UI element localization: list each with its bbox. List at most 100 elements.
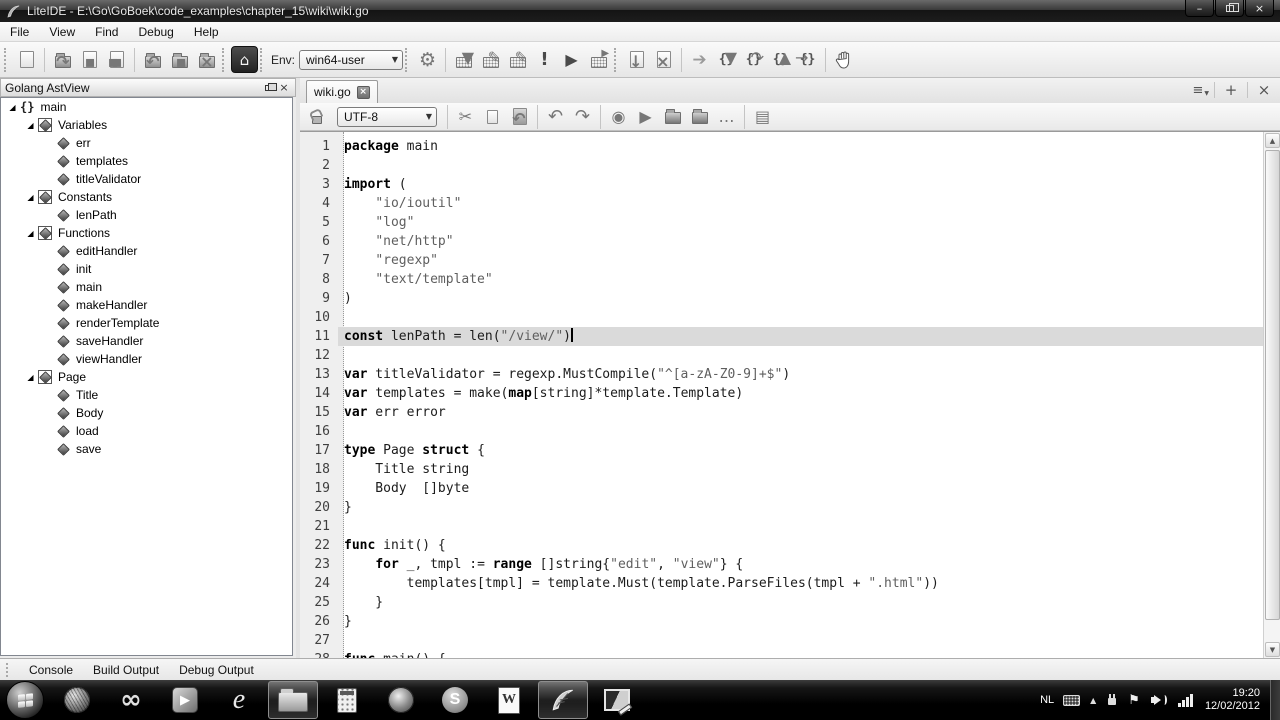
stop-button[interactable]: ! xyxy=(531,46,558,73)
action-center-flag-icon[interactable]: ⚑ xyxy=(1128,693,1140,708)
toolbar-drag-handle[interactable] xyxy=(4,48,9,72)
tree-item-Variables[interactable]: ◢Variables xyxy=(1,116,292,134)
taskbar-network-globe[interactable] xyxy=(52,681,102,719)
close-panel-button[interactable]: × xyxy=(277,81,291,95)
code-line-7[interactable]: 7 "regexp" xyxy=(300,251,1263,270)
tree-item-Title[interactable]: Title xyxy=(1,386,292,404)
run-with-build-button[interactable]: ▶ xyxy=(585,46,612,73)
toolbar-drag-handle[interactable] xyxy=(405,48,410,72)
code-line-16[interactable]: 16 xyxy=(300,422,1263,441)
scrollbar-thumb[interactable] xyxy=(1265,150,1280,620)
print-button[interactable] xyxy=(659,103,686,130)
scroll-down-button[interactable]: ▼ xyxy=(1265,642,1280,657)
toolbar-drag-handle[interactable] xyxy=(6,663,11,677)
toolbar-drag-handle[interactable] xyxy=(260,48,265,72)
code-line-11[interactable]: 11const lenPath = len("/view/") xyxy=(300,327,1263,346)
tree-item-load[interactable]: load xyxy=(1,422,292,440)
code-line-20[interactable]: 20} xyxy=(300,498,1263,517)
new-file-button[interactable] xyxy=(13,46,40,73)
code-line-22[interactable]: 22func init() { xyxy=(300,536,1263,555)
code-line-12[interactable]: 12 xyxy=(300,346,1263,365)
tree-item-editHandler[interactable]: editHandler xyxy=(1,242,292,260)
start-debug-button[interactable]: ↓ xyxy=(623,46,650,73)
language-indicator[interactable]: NL xyxy=(1040,694,1054,706)
tree-item-renderTemplate[interactable]: renderTemplate xyxy=(1,314,292,332)
tree-item-Page[interactable]: ◢Page xyxy=(1,368,292,386)
file-list-button[interactable]: ≡▼ xyxy=(1186,80,1210,100)
build-and-edit-button[interactable]: ✎ xyxy=(477,46,504,73)
expander-icon[interactable]: ◢ xyxy=(25,121,36,130)
save-file-button[interactable]: ▪ xyxy=(76,46,103,73)
pause-button[interactable] xyxy=(830,46,857,73)
menu-help[interactable]: Help xyxy=(184,23,229,41)
undo-button[interactable]: ↶ xyxy=(542,103,569,130)
new-tab-button[interactable]: + xyxy=(1219,80,1243,100)
code-line-9[interactable]: 9) xyxy=(300,289,1263,308)
title-bar[interactable]: LiteIDE - E:\Go\GoBoek\code_examples\cha… xyxy=(0,0,1280,22)
start-button[interactable] xyxy=(6,681,44,719)
close-file-button[interactable]: × xyxy=(193,46,220,73)
code-line-10[interactable]: 10 xyxy=(300,308,1263,327)
code-line-27[interactable]: 27 xyxy=(300,631,1263,650)
taskbar-file-explorer[interactable] xyxy=(268,681,318,719)
run-button[interactable]: ▶ xyxy=(558,46,585,73)
toolbar-drag-handle[interactable] xyxy=(614,48,619,72)
taskbar-word[interactable]: W xyxy=(484,681,534,719)
export-button[interactable]: ▶ xyxy=(632,103,659,130)
readonly-toggle-button[interactable] xyxy=(304,103,331,130)
expander-icon[interactable]: ◢ xyxy=(25,373,36,382)
power-icon[interactable] xyxy=(1107,694,1117,706)
code-line-2[interactable]: 2 xyxy=(300,156,1263,175)
tab-wiki-go[interactable]: wiki.go × xyxy=(306,80,378,103)
code-line-23[interactable]: 23 for _, tmpl := range []string{"edit",… xyxy=(300,555,1263,574)
tree-item-lenPath[interactable]: lenPath xyxy=(1,206,292,224)
build-and-run-button[interactable]: ✎ xyxy=(504,46,531,73)
continue-button[interactable]: ➔ xyxy=(686,46,713,73)
tree-item-makeHandler[interactable]: makeHandler xyxy=(1,296,292,314)
taskbar-liteide[interactable] xyxy=(538,681,588,719)
code-line-6[interactable]: 6 "net/http" xyxy=(300,232,1263,251)
float-panel-button[interactable] xyxy=(261,81,275,95)
tree-item-main[interactable]: ◢{}main xyxy=(1,98,292,116)
tree-item-Body[interactable]: Body xyxy=(1,404,292,422)
close-button[interactable]: × xyxy=(1245,0,1274,17)
tree-item-viewHandler[interactable]: viewHandler xyxy=(1,350,292,368)
tree-item-Functions[interactable]: ◢Functions xyxy=(1,224,292,242)
expander-icon[interactable]: ◢ xyxy=(25,193,36,202)
scroll-up-button[interactable]: ▲ xyxy=(1265,133,1280,148)
taskbar-image-editor[interactable] xyxy=(592,681,642,719)
paste-button[interactable]: ↶ xyxy=(506,103,533,130)
copy-button[interactable] xyxy=(479,103,506,130)
home-button[interactable]: ⌂ xyxy=(231,46,258,73)
network-signal-icon[interactable] xyxy=(1177,694,1193,707)
build-button[interactable]: ▼ xyxy=(450,46,477,73)
env-dropdown[interactable]: win64-user ▼ xyxy=(299,50,403,70)
revert-file-button[interactable]: ↶ xyxy=(139,46,166,73)
keyboard-icon[interactable] xyxy=(1063,695,1080,706)
tree-item-save[interactable]: save xyxy=(1,440,292,458)
open-folder-button[interactable]: ↷ xyxy=(49,46,76,73)
tree-item-init[interactable]: init xyxy=(1,260,292,278)
volume-icon[interactable] xyxy=(1151,695,1167,705)
show-desktop-button[interactable] xyxy=(1270,680,1280,720)
code-line-19[interactable]: 19 Body []byte xyxy=(300,479,1263,498)
options-button[interactable]: ⚙ xyxy=(414,46,441,73)
redo-button[interactable]: ↷ xyxy=(569,103,596,130)
hidden-icons-button[interactable]: ▲ xyxy=(1090,696,1096,705)
code-line-4[interactable]: 4 "io/ioutil" xyxy=(300,194,1263,213)
taskbar-firefox[interactable] xyxy=(376,681,426,719)
vertical-scrollbar[interactable]: ▲ ▼ xyxy=(1263,132,1280,658)
code-line-14[interactable]: 14var templates = make(map[string]*templ… xyxy=(300,384,1263,403)
code-line-15[interactable]: 15var err error xyxy=(300,403,1263,422)
taskbar-visual-studio[interactable]: ∞ xyxy=(106,681,156,719)
encoding-dropdown[interactable]: UTF-8 ▼ xyxy=(337,107,437,127)
restore-button[interactable] xyxy=(1215,0,1244,17)
code-line-28[interactable]: 28func main() { xyxy=(300,650,1263,658)
cut-button[interactable]: ✂ xyxy=(452,103,479,130)
menu-file[interactable]: File xyxy=(0,23,39,41)
code-line-21[interactable]: 21 xyxy=(300,517,1263,536)
code-line-13[interactable]: 13var titleValidator = regexp.MustCompil… xyxy=(300,365,1263,384)
expander-icon[interactable]: ◢ xyxy=(7,103,18,112)
step-over-button[interactable]: {}↷ xyxy=(740,46,767,73)
tree-item-main[interactable]: main xyxy=(1,278,292,296)
